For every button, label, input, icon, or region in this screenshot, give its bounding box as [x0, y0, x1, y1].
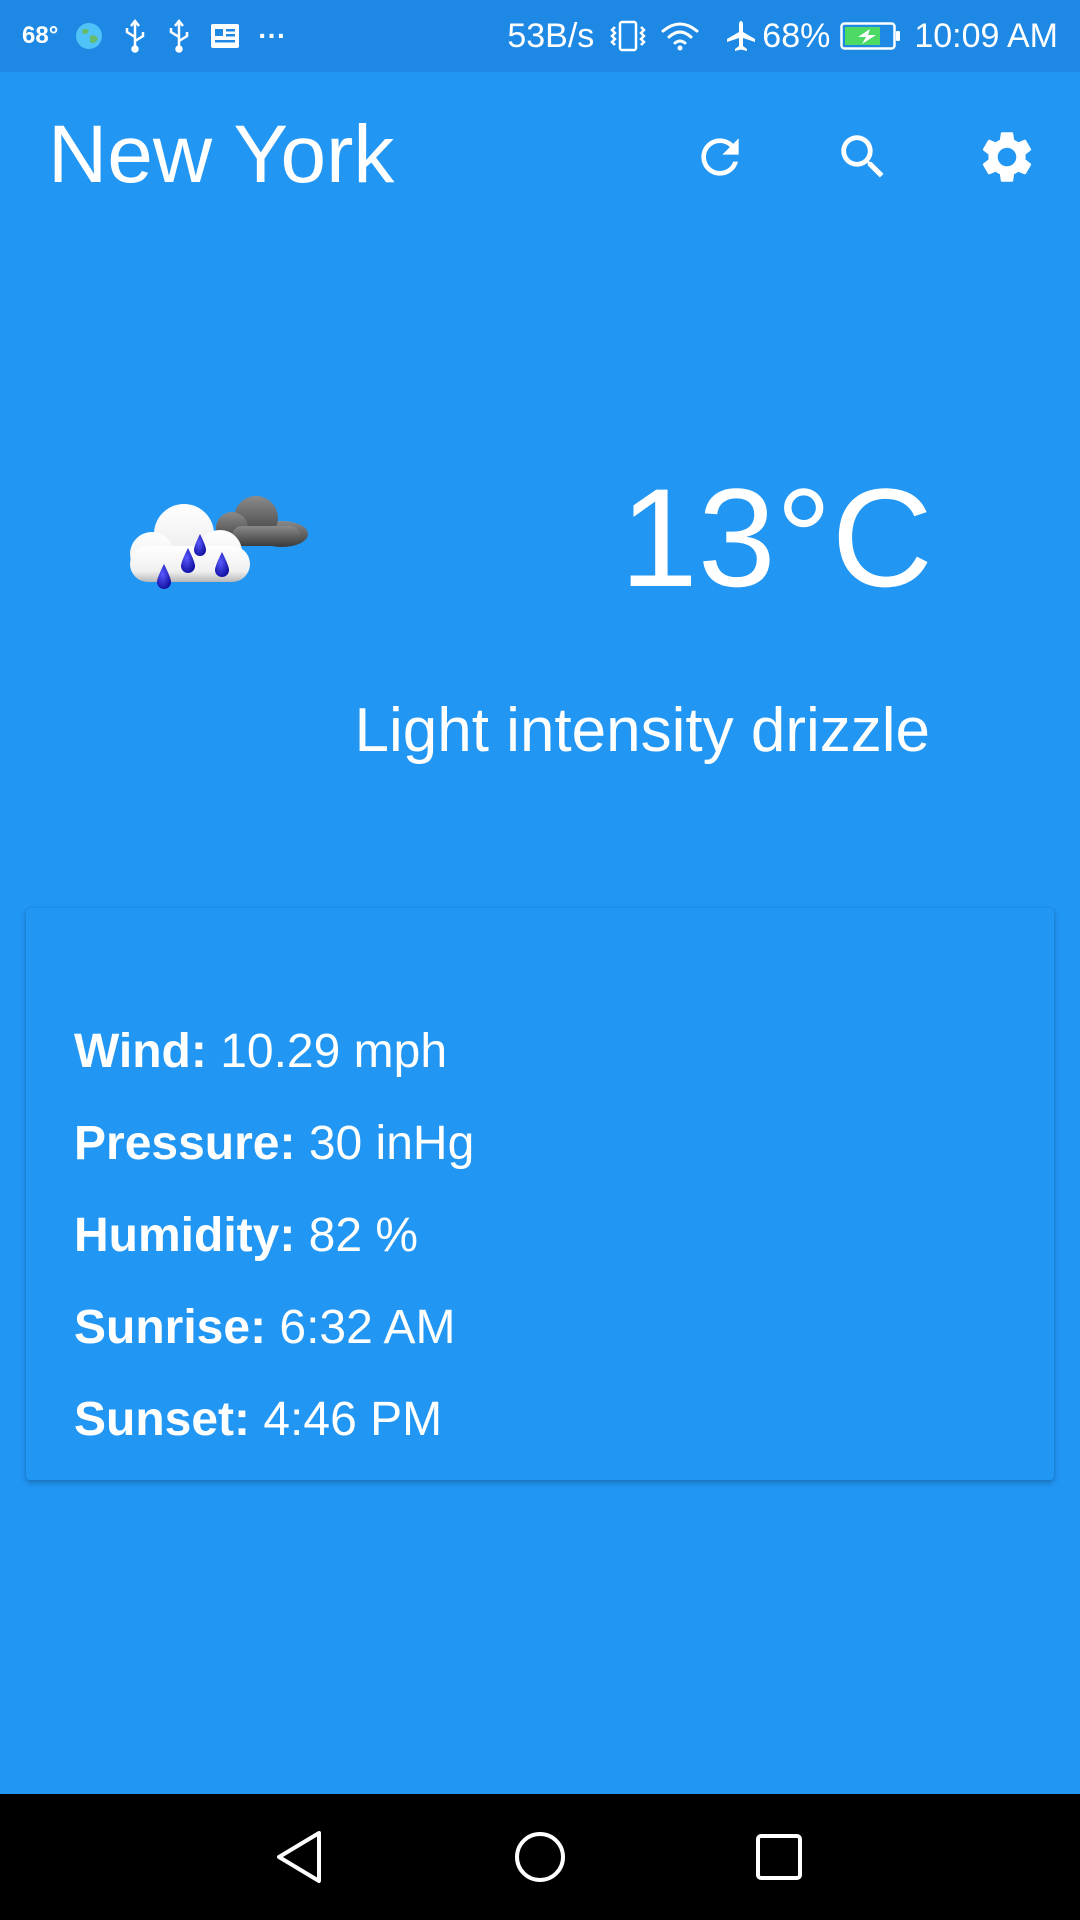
sunset-label: Sunset: [74, 1393, 251, 1446]
weather-details-card: Wind: 10.29 mph Pressure: 30 inHg Humidi… [26, 908, 1054, 1480]
recents-button[interactable] [746, 1824, 812, 1890]
status-bar: 68° ··· 53B/s 68% 10:09 AM [0, 0, 1080, 72]
battery-charging-icon [840, 21, 902, 51]
battery-percent: 68% [762, 16, 831, 55]
sunset-row: Sunset: 4:46 PM [74, 1374, 1054, 1466]
news-icon [210, 23, 240, 49]
wind-row: Wind: 10.29 mph [74, 1006, 1054, 1098]
pressure-label: Pressure: [74, 1117, 296, 1170]
recents-icon [756, 1834, 802, 1880]
status-bar-left: 68° ··· [22, 0, 286, 72]
refresh-icon [701, 138, 739, 176]
pressure-value: 30 inHg [308, 1117, 475, 1170]
search-button[interactable] [828, 122, 898, 192]
airplane-icon [724, 19, 758, 53]
sunrise-row: Sunrise: 6:32 AM [74, 1282, 1054, 1374]
wind-label: Wind: [74, 1025, 207, 1078]
settings-icon [982, 132, 1032, 182]
more-notifications-indicator: ··· [258, 20, 287, 51]
weather-description: Light intensity drizzle [354, 696, 931, 765]
humidity-label: Humidity: [74, 1209, 296, 1262]
globe-icon [74, 21, 104, 51]
back-icon [277, 1831, 321, 1883]
clock: 10:09 AM [914, 16, 1058, 55]
home-button[interactable] [507, 1824, 573, 1890]
usb-icon [166, 19, 192, 53]
humidity-row: Humidity: 82 % [74, 1190, 1054, 1282]
rain-cloud-icon [122, 476, 312, 616]
wifi-icon [660, 20, 700, 52]
status-weather-temp: 68° [22, 22, 59, 49]
settings-button[interactable] [972, 122, 1042, 192]
vibrate-icon [608, 19, 648, 53]
sunrise-value: 6:32 AM [279, 1301, 456, 1354]
humidity-value: 82 % [308, 1209, 419, 1262]
network-speed: 53B/s [507, 16, 595, 55]
city-title: New York [48, 109, 395, 200]
app-bar: New York [0, 72, 1080, 242]
usb-icon [122, 19, 148, 53]
sunrise-label: Sunrise: [74, 1301, 267, 1354]
back-button[interactable] [266, 1824, 332, 1890]
current-temperature: 13°C [620, 459, 933, 616]
wind-value: 10.29 mph [220, 1025, 448, 1078]
status-bar-right: 53B/s 68% 10:09 AM [507, 0, 1058, 72]
pressure-row: Pressure: 30 inHg [74, 1098, 1054, 1190]
home-icon [515, 1832, 565, 1882]
sunset-value: 4:46 PM [263, 1393, 443, 1446]
navigation-bar [0, 1794, 1080, 1920]
refresh-button[interactable] [685, 122, 755, 192]
search-icon [841, 135, 884, 178]
